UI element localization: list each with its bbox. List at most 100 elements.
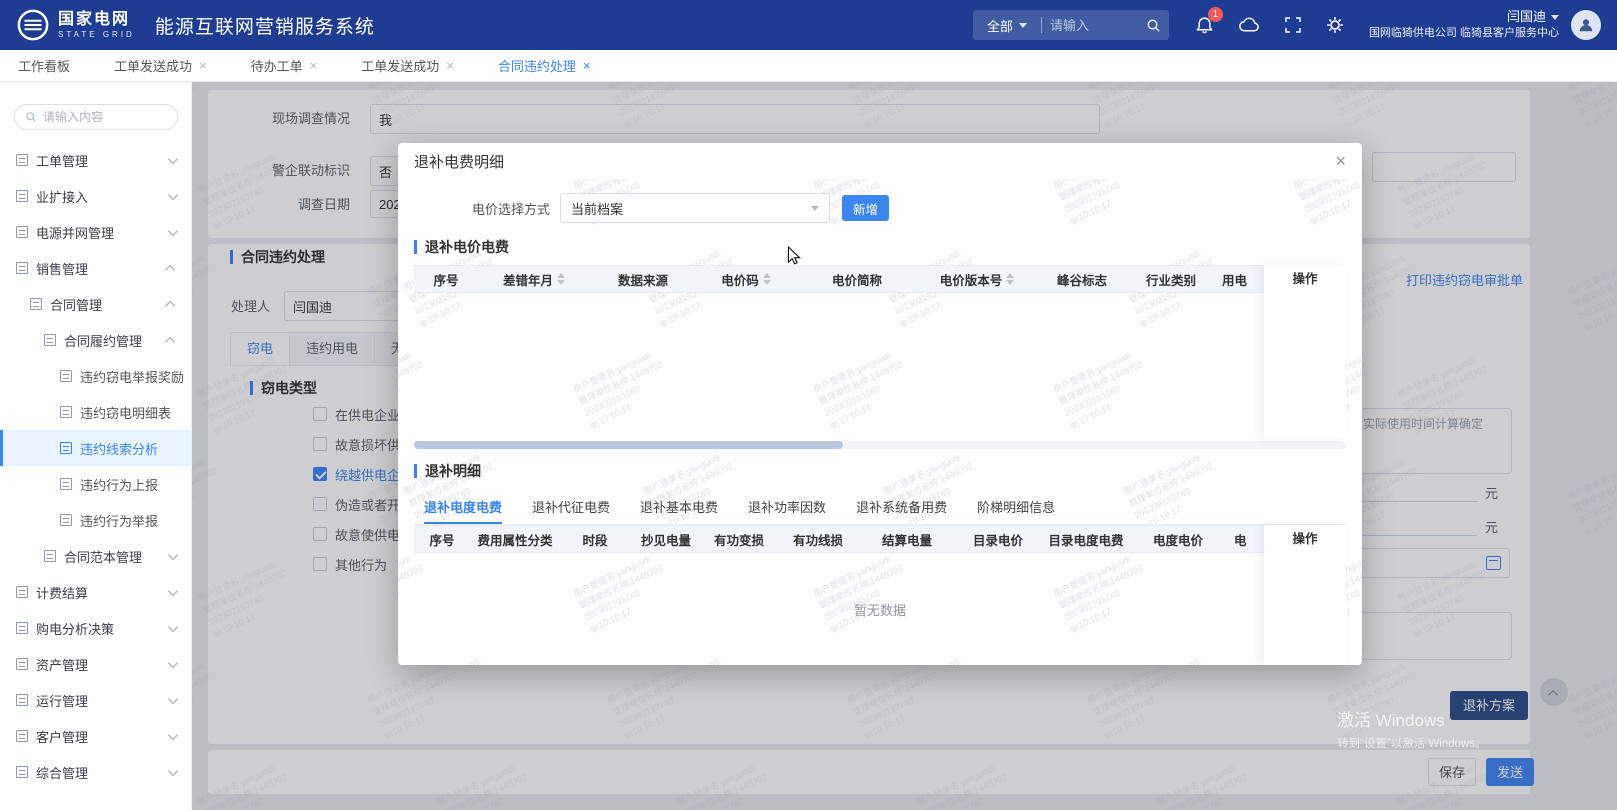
chevron-up-icon xyxy=(165,336,175,346)
col-settlement-energy: 结算电量 xyxy=(860,530,954,549)
search-icon[interactable] xyxy=(1146,18,1161,33)
tab-todo-orders[interactable]: 待办工单 × xyxy=(251,56,318,75)
col-price-version[interactable]: 电价版本号 xyxy=(918,270,1036,289)
sidebar-item-violation-report[interactable]: 违约行为上报 xyxy=(0,466,191,502)
col-meter-reading: 抄见电量 xyxy=(630,530,702,549)
col-fee-attr-type: 费用属性分类 xyxy=(470,530,560,549)
sidebar-item-business-expansion[interactable]: 业扩接入 xyxy=(0,178,191,214)
close-icon[interactable]: × xyxy=(1335,152,1346,170)
person-icon xyxy=(1577,16,1595,34)
menu-icon xyxy=(60,478,72,490)
tab-basic-fee[interactable]: 退补基本电费 xyxy=(640,493,718,524)
tab-order-sent-2[interactable]: 工单发送成功 × xyxy=(361,56,454,75)
tab-energy-fee[interactable]: 退补电度电费 xyxy=(424,493,502,524)
col-actions: 操作 xyxy=(1292,525,1317,665)
tab-order-sent[interactable]: 工单发送成功 × xyxy=(114,56,207,75)
price-select-dropdown[interactable]: 当前档案 xyxy=(560,193,830,223)
price-select-value: 当前档案 xyxy=(571,199,623,218)
close-icon[interactable]: × xyxy=(199,59,207,72)
sidebar-item-violation-clue-analysis[interactable]: 违约线索分析 xyxy=(0,430,191,466)
menu-icon xyxy=(16,154,28,166)
tab-power-factor[interactable]: 退补功率因数 xyxy=(748,493,826,524)
close-icon[interactable]: × xyxy=(446,59,454,72)
menu-icon xyxy=(16,622,28,634)
sidebar-item-contract-mgmt[interactable]: 合同管理 xyxy=(0,286,191,322)
detail-table-header: 序号 费用属性分类 时段 抄见电量 有功变损 有功线损 结算电量 目录电价 目录… xyxy=(414,525,1346,553)
fullscreen-button[interactable] xyxy=(1285,17,1301,33)
menu-icon xyxy=(16,190,28,202)
col-data-source: 数据来源 xyxy=(590,270,696,289)
sort-icon[interactable] xyxy=(557,273,565,285)
user-menu[interactable]: 闫国迪 国网临猗供电公司 临猗县客户服务中心 xyxy=(1369,9,1559,40)
logo-emblem-icon xyxy=(16,8,50,42)
detail-table: 序号 费用属性分类 时段 抄见电量 有功变损 有功线损 结算电量 目录电价 目录… xyxy=(414,525,1346,665)
menu-icon xyxy=(60,514,72,526)
search-icon xyxy=(25,111,37,123)
notifications-button[interactable]: 1 xyxy=(1195,16,1214,35)
sidebar-item-sales-mgmt[interactable]: 销售管理 xyxy=(0,250,191,286)
sidebar-item-contract-performance-mgmt[interactable]: 合同履约管理 xyxy=(0,322,191,358)
menu-icon xyxy=(16,262,28,274)
refund-fee-detail-modal: 用户登录名:yanguodi管理单位名称:1440702202302193740… xyxy=(398,143,1362,665)
sidebar: 工单管理 业扩接入 电源并网管理 销售管理 合同管理 合同履约管理 违约窃电举报… xyxy=(0,82,192,810)
sidebar-item-billing-settlement[interactable]: 计费结算 xyxy=(0,574,191,610)
tab-system-reserve-fee[interactable]: 退补系统备用费 xyxy=(856,493,947,524)
sidebar-item-violation-tipoff[interactable]: 违约行为举报 xyxy=(0,502,191,538)
col-time-period: 时段 xyxy=(560,530,630,549)
sidebar-item-work-order-mgmt[interactable]: 工单管理 xyxy=(0,142,191,178)
sidebar-item-theft-report-reward[interactable]: 违约窃电举报奖励 xyxy=(0,358,191,394)
section-refund-price-fee: 退补电价电费 xyxy=(414,237,1346,257)
brand-name-cn: 国家电网 xyxy=(58,11,135,29)
sidebar-item-general-mgmt[interactable]: 综合管理 xyxy=(0,754,191,790)
col-industry-type: 行业类别 xyxy=(1128,270,1214,289)
sidebar-item-customer-mgmt[interactable]: 客户管理 xyxy=(0,718,191,754)
tab-contract-violation[interactable]: 合同违约处理 × xyxy=(498,56,591,75)
chevron-down-icon xyxy=(168,550,178,560)
user-org: 国网临猗供电公司 临猗县客户服务中心 xyxy=(1369,26,1559,40)
cloud-icon xyxy=(1239,17,1260,33)
menu-icon xyxy=(16,658,28,670)
add-button[interactable]: 新增 xyxy=(842,195,889,221)
cloud-sync-button[interactable] xyxy=(1239,17,1260,33)
divider xyxy=(1041,17,1042,33)
avatar[interactable] xyxy=(1571,10,1601,40)
price-fee-table: 序号 差错年月 数据来源 电价码 电价简称 电价版本号 峰谷标志 行业类别 用电… xyxy=(414,265,1346,439)
col-error-month[interactable]: 差错年月 xyxy=(478,270,590,289)
modal-title: 退补电费明细 xyxy=(414,151,504,172)
col-active-line-loss: 有功线损 xyxy=(776,530,860,549)
settings-button[interactable] xyxy=(1326,16,1344,34)
sidebar-search-input[interactable] xyxy=(43,110,163,124)
refund-detail-tabs: 退补电度电费 退补代征电费 退补基本电费 退补功率因数 退补系统备用费 阶梯明细… xyxy=(414,493,1346,525)
horizontal-scrollbar[interactable] xyxy=(414,441,1346,449)
tab-collection-fee[interactable]: 退补代征电费 xyxy=(532,493,610,524)
close-icon[interactable]: × xyxy=(583,59,591,72)
tab-label: 合同违约处理 xyxy=(498,56,576,75)
scrollbar-thumb[interactable] xyxy=(414,441,843,449)
chevron-down-icon xyxy=(168,766,178,776)
sidebar-item-purchase-analysis[interactable]: 购电分析决策 xyxy=(0,610,191,646)
col-energy-price: 电度电价 xyxy=(1130,530,1226,549)
tab-workboard[interactable]: 工作看板 xyxy=(18,56,70,75)
sidebar-item-contract-template-mgmt[interactable]: 合同范本管理 xyxy=(0,538,191,574)
col-price-code[interactable]: 电价码 xyxy=(696,270,796,289)
actions-fixed-column: 操作 xyxy=(1264,265,1346,439)
tab-ladder-detail-info[interactable]: 阶梯明细信息 xyxy=(977,493,1055,524)
sort-icon[interactable] xyxy=(763,273,771,285)
fullscreen-icon xyxy=(1285,17,1301,33)
menu-icon xyxy=(44,550,56,562)
search-scope-select[interactable]: 全部 xyxy=(981,16,1033,35)
sort-icon[interactable] xyxy=(1006,273,1014,285)
sidebar-item-grid-connection-mgmt[interactable]: 电源并网管理 xyxy=(0,214,191,250)
chevron-down-icon xyxy=(168,154,178,164)
global-search-input[interactable] xyxy=(1050,18,1146,33)
sidebar-item-theft-detail-table[interactable]: 违约窃电明细表 xyxy=(0,394,191,430)
close-icon[interactable]: × xyxy=(310,59,318,72)
price-select-label: 电价选择方式 xyxy=(418,199,556,218)
tab-label: 工作看板 xyxy=(18,56,70,75)
price-select-row: 电价选择方式 当前档案 新增 xyxy=(398,193,1362,223)
sidebar-item-operation-mgmt[interactable]: 运行管理 xyxy=(0,682,191,718)
price-table-body xyxy=(414,293,1346,439)
chevron-up-icon xyxy=(165,264,175,274)
sidebar-item-asset-mgmt[interactable]: 资产管理 xyxy=(0,646,191,682)
chevron-down-icon xyxy=(168,622,178,632)
